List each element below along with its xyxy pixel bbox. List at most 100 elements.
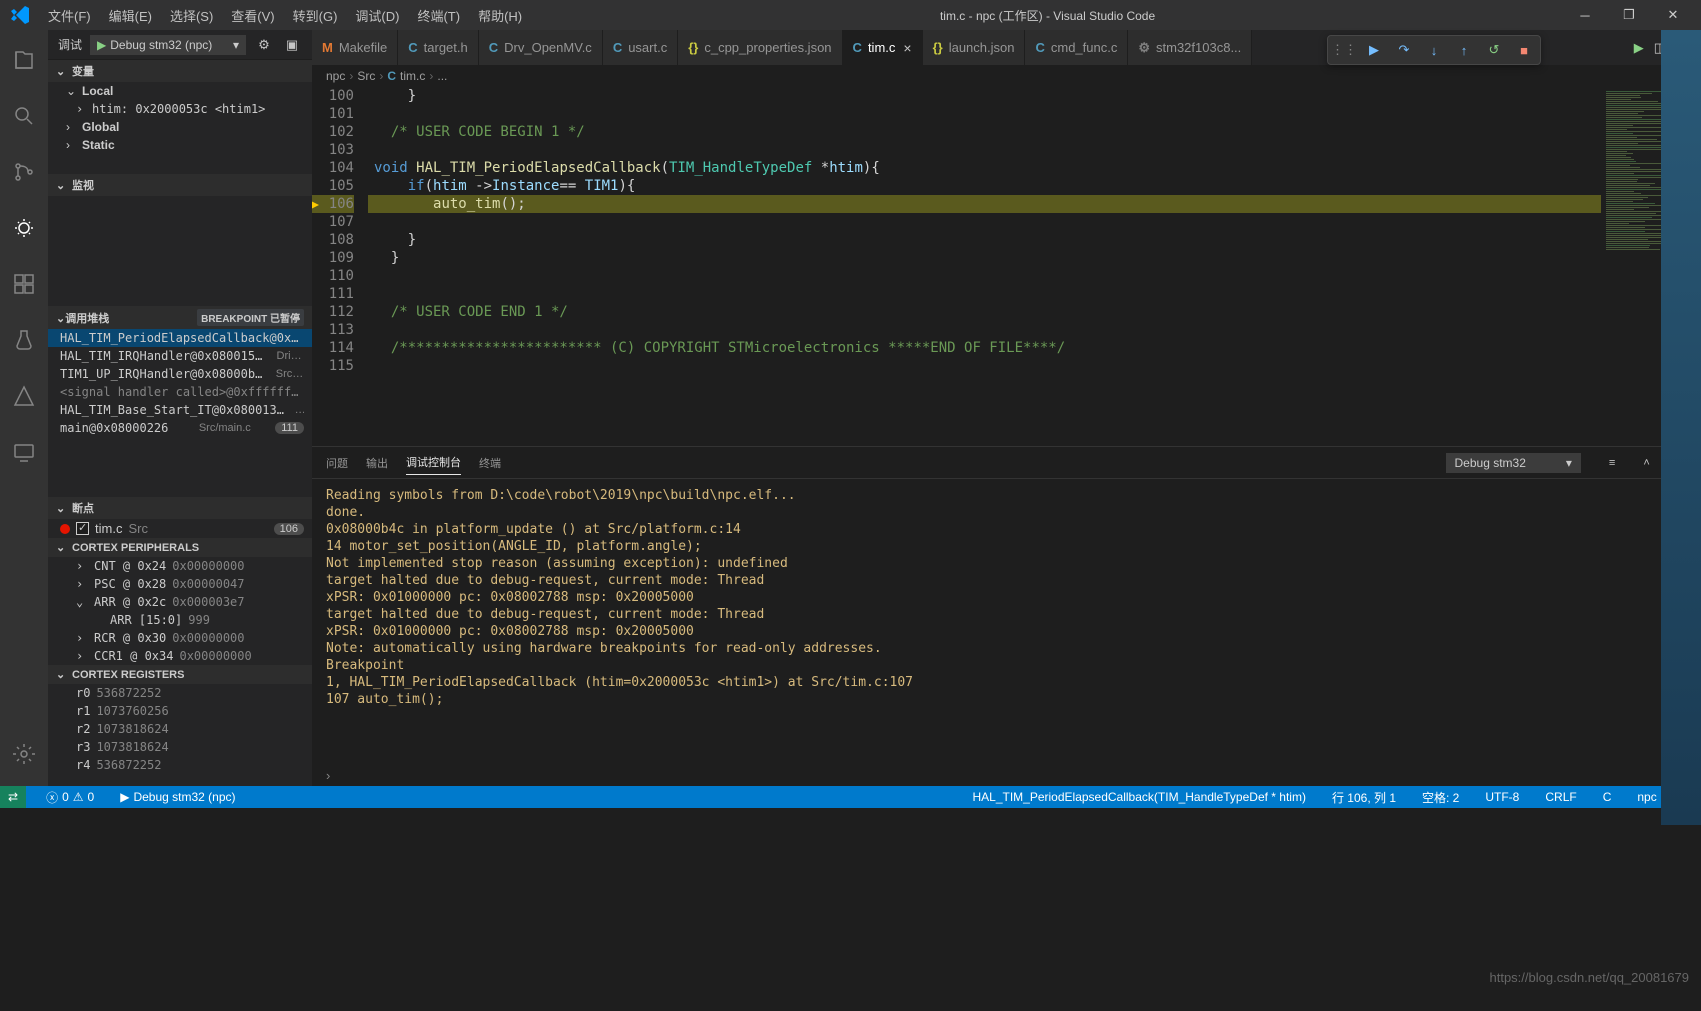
callstack-frame[interactable]: main@0x08000226Src/main.c111 [48, 419, 312, 437]
breakpoints-section[interactable]: ⌄断点 [48, 497, 312, 519]
code-line[interactable] [368, 357, 1601, 375]
callstack-section[interactable]: ⌄调用堆栈 BREAKPOINT 已暂停 [48, 306, 312, 329]
code-line[interactable]: } [368, 249, 1601, 267]
menu-item[interactable]: 选择(S) [162, 2, 221, 29]
code-line[interactable] [368, 285, 1601, 303]
code-line[interactable]: /* USER CODE END 1 */ [368, 303, 1601, 321]
debug-icon[interactable] [0, 204, 48, 252]
cpu-register[interactable]: r0536872252 [48, 684, 312, 702]
scope-global[interactable]: ›Global [48, 118, 312, 136]
variables-section[interactable]: ⌄变量 [48, 60, 312, 82]
debug-console-icon[interactable]: ▣ [282, 37, 302, 53]
cpu-register[interactable]: r31073818624 [48, 738, 312, 756]
code-line[interactable]: void HAL_TIM_PeriodElapsedCallback(TIM_H… [368, 159, 1601, 177]
breakpoint-item[interactable]: tim.c Src 106 [48, 519, 312, 538]
peripheral-register[interactable]: ›CCR1 @ 0x340x00000000 [48, 647, 312, 665]
debug-status[interactable]: ▶Debug stm32 (npc) [114, 786, 241, 808]
cmake-icon[interactable] [0, 372, 48, 420]
callstack-frame[interactable]: <signal handler called>@0xfffffff9 [48, 383, 312, 401]
continue-icon[interactable]: ▶ [1364, 40, 1384, 60]
close-button[interactable]: ✕ [1653, 0, 1693, 30]
callstack-frame[interactable]: TIM1_UP_IRQHandler@0x08000b94Src/... [48, 365, 312, 383]
menu-item[interactable]: 查看(V) [223, 2, 282, 29]
code-line[interactable] [368, 267, 1601, 285]
cpu-register[interactable]: r21073818624 [48, 720, 312, 738]
scope-static[interactable]: ›Static [48, 136, 312, 154]
debug-console-input[interactable]: › [312, 764, 1701, 786]
variable-htim[interactable]: ›htim: 0x2000053c <htim1> [48, 100, 312, 118]
menu-item[interactable]: 帮助(H) [470, 2, 530, 29]
code-line[interactable]: } [368, 231, 1601, 249]
editor-tab[interactable]: Ctarget.h [398, 30, 478, 65]
editor-body[interactable]: 1001011021031041051061071081091101111121… [312, 87, 1701, 446]
peripheral-register[interactable]: ›CNT @ 0x240x00000000 [48, 557, 312, 575]
code-line[interactable]: } [368, 87, 1601, 105]
code-content[interactable]: } /* USER CODE BEGIN 1 */ void HAL_TIM_Pe… [368, 87, 1601, 446]
panel-tab[interactable]: 输出 [366, 451, 388, 475]
function-indicator[interactable]: HAL_TIM_PeriodElapsedCallback(TIM_Handle… [966, 786, 1311, 808]
debug-config-dropdown[interactable]: ▶Debug stm32 (npc) ▾ [90, 35, 246, 55]
panel-tab[interactable]: 问题 [326, 451, 348, 475]
editor-tab[interactable]: {}launch.json [923, 30, 1026, 65]
editor-tab[interactable]: MMakefile [312, 30, 398, 65]
restart-icon[interactable]: ↺ [1484, 40, 1504, 60]
cortex-reg-section[interactable]: ⌄CORTEX REGISTERS [48, 665, 312, 684]
breadcrumb-item[interactable]: npc [326, 69, 345, 83]
menu-item[interactable]: 终端(T) [409, 2, 468, 29]
filter-icon[interactable]: ≡ [1609, 457, 1615, 469]
explorer-icon[interactable] [0, 36, 48, 84]
peripheral-register[interactable]: ARR [15:0]999 [48, 611, 312, 629]
breadcrumb-item[interactable]: tim.c [400, 69, 425, 83]
editor-tab[interactable]: Ctim.c× [843, 30, 923, 65]
extensions-icon[interactable] [0, 260, 48, 308]
breadcrumb-item[interactable]: Src [357, 69, 375, 83]
breakpoint-checkbox[interactable] [76, 522, 89, 535]
remote-indicator[interactable]: ⇄ [0, 786, 26, 808]
code-line[interactable] [368, 321, 1601, 339]
grip-icon[interactable]: ⋮⋮ [1334, 40, 1354, 60]
step-out-icon[interactable]: ↑ [1454, 40, 1474, 60]
scm-icon[interactable] [0, 148, 48, 196]
eol[interactable]: CRLF [1539, 786, 1582, 808]
cpu-register[interactable]: r11073760256 [48, 702, 312, 720]
language-mode[interactable]: C [1597, 786, 1618, 808]
breadcrumb[interactable]: npc›Src›C tim.c›... [312, 65, 1701, 87]
step-into-icon[interactable]: ↓ [1424, 40, 1444, 60]
settings-icon[interactable] [0, 730, 48, 778]
editor-tab[interactable]: CDrv_OpenMV.c [479, 30, 603, 65]
callstack-frame[interactable]: HAL_TIM_IRQHandler@0x08001552Driv... [48, 347, 312, 365]
breadcrumb-item[interactable]: ... [437, 69, 447, 83]
code-line[interactable] [368, 105, 1601, 123]
peripheral-register[interactable]: ›RCR @ 0x300x00000000 [48, 629, 312, 647]
code-line[interactable]: auto_tim(); [368, 195, 1601, 213]
peripheral-register[interactable]: ›PSC @ 0x280x00000047 [48, 575, 312, 593]
remote-icon[interactable] [0, 428, 48, 476]
maximize-button[interactable]: ❐ [1609, 0, 1649, 30]
menu-item[interactable]: 调试(D) [347, 2, 407, 29]
editor-tab[interactable]: ⚙stm32f103c8... [1128, 30, 1252, 65]
peripheral-register[interactable]: ⌄ARR @ 0x2c0x000003e7 [48, 593, 312, 611]
code-line[interactable]: /************************ (C) COPYRIGHT … [368, 339, 1601, 357]
problems-indicator[interactable]: ⓧ0 ⚠0 [40, 786, 100, 808]
code-line[interactable]: /* USER CODE BEGIN 1 */ [368, 123, 1601, 141]
panel-tab[interactable]: 调试控制台 [406, 450, 461, 475]
workspace-trust[interactable]: npc [1631, 786, 1662, 808]
encoding[interactable]: UTF-8 [1479, 786, 1525, 808]
callstack-frame[interactable]: HAL_TIM_PeriodElapsedCallback@0x08000 [48, 329, 312, 347]
editor-tab[interactable]: Ccmd_func.c [1025, 30, 1128, 65]
scope-local[interactable]: ⌄Local [48, 82, 312, 100]
debug-session-dropdown[interactable]: Debug stm32▾ [1446, 453, 1581, 473]
run-tab-icon[interactable]: ▶ [1634, 40, 1644, 56]
editor-tab[interactable]: Cusart.c [603, 30, 678, 65]
code-line[interactable]: if(htim ->Instance== TIM1){ [368, 177, 1601, 195]
callstack-frame[interactable]: HAL_TIM_Base_Start_IT@0x0800130e... [48, 401, 312, 419]
panel-tab[interactable]: 终端 [479, 451, 501, 475]
stop-icon[interactable]: ■ [1514, 40, 1534, 60]
cursor-position[interactable]: 行 106, 列 1 [1326, 786, 1402, 808]
close-tab-icon[interactable]: × [903, 40, 911, 56]
debug-toolbar[interactable]: ⋮⋮ ▶ ↷ ↓ ↑ ↺ ■ [1327, 35, 1541, 65]
search-icon[interactable] [0, 92, 48, 140]
step-over-icon[interactable]: ↷ [1394, 40, 1414, 60]
indentation[interactable]: 空格: 2 [1416, 786, 1465, 808]
watch-section[interactable]: ⌄监视 [48, 174, 312, 196]
